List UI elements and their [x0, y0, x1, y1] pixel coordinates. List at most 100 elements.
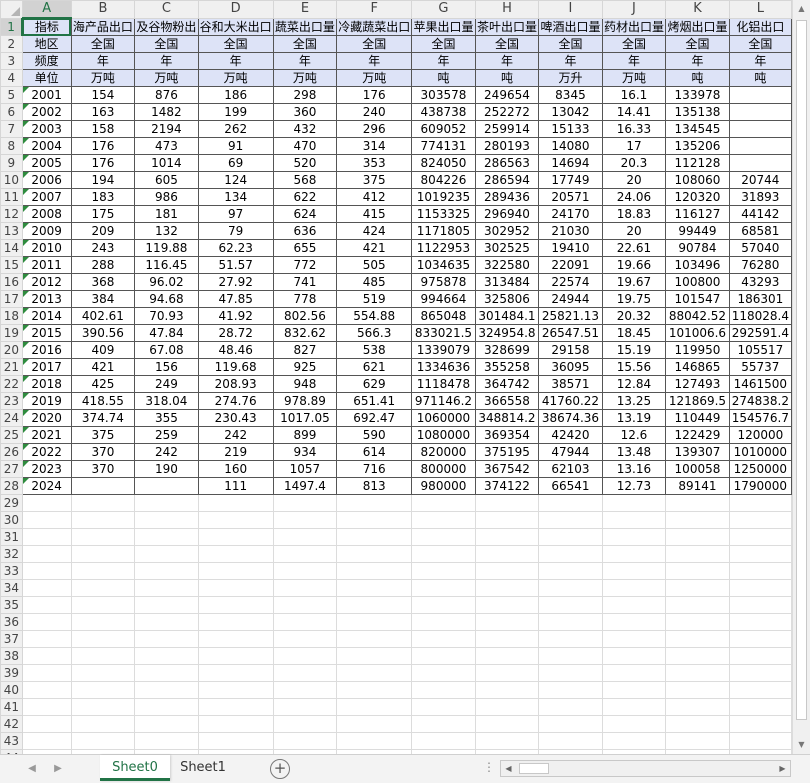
row-header[interactable]: 43: [0, 732, 23, 750]
empty-cell[interactable]: [665, 664, 730, 682]
data-cell[interactable]: 230.43: [197, 409, 274, 427]
row-header[interactable]: 41: [0, 698, 23, 716]
empty-cell[interactable]: [70, 562, 136, 580]
header-cell[interactable]: 谷和大米出口: [197, 17, 274, 36]
row-header[interactable]: 6: [0, 103, 23, 121]
data-cell[interactable]: 614: [336, 443, 413, 461]
data-cell[interactable]: 175: [70, 205, 136, 223]
data-cell[interactable]: 520: [272, 154, 338, 172]
year-cell[interactable]: 2021: [21, 426, 72, 444]
data-cell[interactable]: 975878: [411, 273, 476, 291]
empty-cell[interactable]: [538, 545, 603, 563]
data-cell[interactable]: 12.84: [601, 375, 667, 393]
data-cell[interactable]: 303578: [411, 86, 476, 104]
data-cell[interactable]: 90784: [665, 239, 730, 257]
empty-cell[interactable]: [538, 528, 603, 546]
empty-cell[interactable]: [134, 664, 199, 682]
row-header[interactable]: 9: [0, 154, 23, 172]
data-cell[interactable]: 978.89: [272, 392, 338, 410]
empty-cell[interactable]: [538, 732, 603, 750]
empty-cell[interactable]: [70, 613, 136, 631]
vertical-scroll-thumb[interactable]: [796, 20, 807, 720]
data-cell[interactable]: 122429: [665, 426, 730, 444]
empty-cell[interactable]: [70, 715, 136, 733]
data-cell[interactable]: 421: [70, 358, 136, 376]
data-cell[interactable]: 485: [336, 273, 413, 291]
empty-cell[interactable]: [21, 613, 72, 631]
data-cell[interactable]: 772: [272, 256, 338, 274]
column-header-g[interactable]: G: [411, 0, 476, 19]
empty-cell[interactable]: [197, 647, 274, 665]
data-cell[interactable]: 800000: [411, 460, 476, 478]
data-cell[interactable]: 519: [336, 290, 413, 308]
empty-cell[interactable]: [411, 528, 476, 546]
row-header[interactable]: 3: [0, 52, 23, 70]
data-cell[interactable]: 624: [272, 205, 338, 223]
data-cell[interactable]: 67.08: [134, 341, 199, 359]
empty-cell[interactable]: [134, 715, 199, 733]
year-cell[interactable]: 2016: [21, 341, 72, 359]
data-cell[interactable]: 243: [70, 239, 136, 257]
year-cell[interactable]: 2024: [21, 477, 72, 495]
row-header[interactable]: 10: [0, 171, 23, 189]
data-cell[interactable]: [728, 103, 792, 121]
tab-splitter-icon[interactable]: ⋮: [483, 760, 495, 774]
data-cell[interactable]: 948: [272, 375, 338, 393]
empty-cell[interactable]: [70, 545, 136, 563]
data-cell[interactable]: 302952: [474, 222, 540, 240]
data-cell[interactable]: 1250000: [728, 460, 792, 478]
year-cell[interactable]: 2014: [21, 307, 72, 325]
data-cell[interactable]: 325806: [474, 290, 540, 308]
data-cell[interactable]: 1057: [272, 460, 338, 478]
empty-cell[interactable]: [70, 511, 136, 529]
header-cell[interactable]: 年: [538, 52, 603, 70]
empty-cell[interactable]: [538, 630, 603, 648]
empty-cell[interactable]: [197, 562, 274, 580]
empty-cell[interactable]: [728, 681, 792, 699]
data-cell[interactable]: 566.3: [336, 324, 413, 342]
empty-cell[interactable]: [474, 681, 540, 699]
data-cell[interactable]: 20: [601, 171, 667, 189]
data-cell[interactable]: 348814.2: [474, 409, 540, 427]
data-cell[interactable]: 636: [272, 222, 338, 240]
data-cell[interactable]: 876: [134, 86, 199, 104]
year-cell[interactable]: 2019: [21, 392, 72, 410]
empty-cell[interactable]: [336, 545, 413, 563]
data-cell[interactable]: 91: [197, 137, 274, 155]
data-cell[interactable]: 1153325: [411, 205, 476, 223]
empty-cell[interactable]: [728, 698, 792, 716]
header-cell[interactable]: 及谷物粉出: [134, 17, 199, 36]
column-header-l[interactable]: L: [728, 0, 792, 19]
data-cell[interactable]: 31893: [728, 188, 792, 206]
empty-cell[interactable]: [411, 698, 476, 716]
data-cell[interactable]: 47.85: [197, 290, 274, 308]
data-cell[interactable]: 375195: [474, 443, 540, 461]
empty-cell[interactable]: [272, 732, 338, 750]
row-header[interactable]: 11: [0, 188, 23, 206]
empty-cell[interactable]: [411, 562, 476, 580]
data-cell[interactable]: 741: [272, 273, 338, 291]
empty-cell[interactable]: [134, 579, 199, 597]
data-cell[interactable]: 41.92: [197, 307, 274, 325]
row-header[interactable]: 39: [0, 664, 23, 682]
empty-cell[interactable]: [665, 562, 730, 580]
data-cell[interactable]: 13.16: [601, 460, 667, 478]
header-cell[interactable]: 吨: [474, 69, 540, 87]
row-header[interactable]: 32: [0, 545, 23, 563]
row-header[interactable]: 18: [0, 307, 23, 325]
data-cell[interactable]: 1014: [134, 154, 199, 172]
empty-cell[interactable]: [474, 545, 540, 563]
data-cell[interactable]: 390.56: [70, 324, 136, 342]
data-cell[interactable]: 119.68: [197, 358, 274, 376]
empty-cell[interactable]: [21, 511, 72, 529]
row-header[interactable]: 2: [0, 35, 23, 53]
data-cell[interactable]: 68581: [728, 222, 792, 240]
empty-cell[interactable]: [134, 698, 199, 716]
header-cell[interactable]: 单位: [21, 69, 72, 87]
data-cell[interactable]: 194: [70, 171, 136, 189]
data-cell[interactable]: 42420: [538, 426, 603, 444]
data-cell[interactable]: 62103: [538, 460, 603, 478]
empty-cell[interactable]: [70, 528, 136, 546]
empty-cell[interactable]: [336, 596, 413, 614]
data-cell[interactable]: 120000: [728, 426, 792, 444]
